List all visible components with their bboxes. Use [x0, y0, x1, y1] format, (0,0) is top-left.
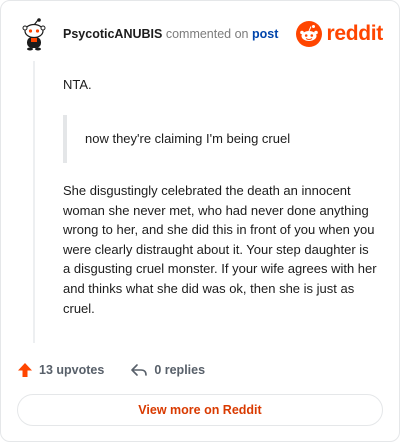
reddit-logo[interactable]: reddit	[296, 19, 383, 49]
reddit-wordmark: reddit	[326, 22, 383, 45]
upvotes-count: 13 upvotes	[39, 363, 105, 377]
replies-stat[interactable]: 0 replies	[130, 362, 205, 378]
comment-blockquote: now they're claiming I'm being cruel	[63, 115, 377, 163]
comment-paragraph: She disgustingly celebrated the death an…	[63, 183, 377, 316]
comment-byline: PsycoticANUBIS commented on post	[63, 27, 278, 41]
comment-embed-card: PsycoticANUBIS commented on post reddit …	[0, 0, 400, 442]
upvotes-stat[interactable]: 13 upvotes	[17, 362, 104, 378]
reply-arrow-icon	[131, 364, 148, 376]
replies-count: 0 replies	[154, 363, 206, 377]
action-text: commented on	[165, 27, 249, 41]
upvote-arrow-icon	[18, 363, 32, 377]
comment-footer: 13 upvotes 0 replies	[17, 359, 205, 381]
view-more-button[interactable]: View more on Reddit	[17, 394, 383, 426]
comment-body: NTA. now they're claiming I'm being crue…	[63, 75, 377, 318]
comment-paragraph: NTA.	[63, 77, 92, 92]
post-link[interactable]: post	[252, 27, 278, 41]
reddit-snoo-icon	[296, 21, 323, 47]
username-link[interactable]: PsycoticANUBIS	[63, 27, 162, 41]
comment-header: PsycoticANUBIS commented on post reddit	[17, 17, 383, 53]
avatar-snoo-icon[interactable]	[17, 17, 51, 51]
thread-line	[33, 61, 35, 343]
